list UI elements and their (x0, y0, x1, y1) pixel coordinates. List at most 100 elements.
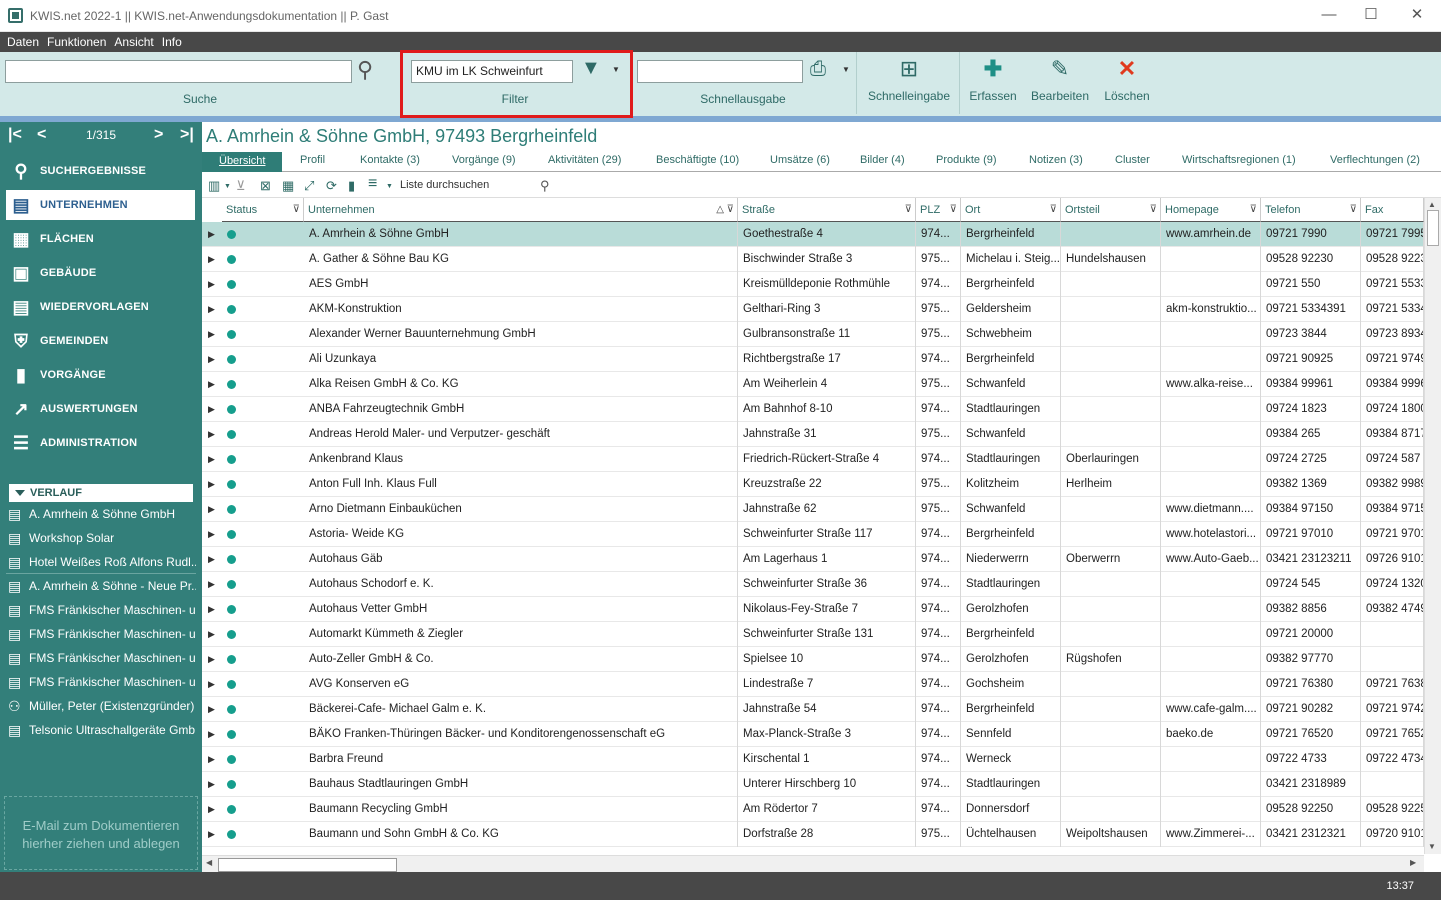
last-record-icon[interactable]: >| (180, 126, 194, 144)
expand-row-icon[interactable]: ▶ (208, 347, 216, 372)
scroll-left-icon[interactable]: ◀ (206, 858, 212, 867)
table-row[interactable]: ▶ Autohaus Gäb Am Lagerhaus 1 974... Niederw… (202, 547, 1424, 572)
expand-row-icon[interactable]: ▶ (208, 522, 216, 547)
list-dropdown-icon[interactable]: ▼ (386, 183, 393, 190)
table-row[interactable]: ▶ Automarkt Kümmeth & Ziegler Schweinfurte… (202, 622, 1424, 647)
chart-icon[interactable]: ▮ (348, 178, 355, 194)
menu-info[interactable]: Info (158, 32, 186, 52)
tab-7[interactable]: Bilder (4) (860, 154, 905, 166)
tab-0[interactable]: Übersicht (202, 152, 283, 172)
expand-row-icon[interactable]: ▶ (208, 497, 216, 522)
table-row[interactable]: ▶ ANBA Fahrzeugtechnik GmbH Am Bahnhof 8-1… (202, 397, 1424, 422)
filter-icon[interactable]: ⊽ (1350, 198, 1357, 221)
column-header-0[interactable]: Status ⊽ (222, 198, 304, 222)
expand-row-icon[interactable]: ▶ (208, 697, 216, 722)
expand-row-icon[interactable]: ▶ (208, 647, 216, 672)
expand-row-icon[interactable]: ▶ (208, 547, 216, 572)
table-row[interactable]: ▶ BÄKO Franken-Thüringen Bäcker- und Kond… (202, 722, 1424, 747)
verlauf-item[interactable]: ⚇ Müller, Peter (Existenzgründer) (6, 695, 196, 718)
tab-9[interactable]: Notizen (3) (1029, 154, 1083, 166)
schnelleingabe-button[interactable]: ⊞ Schnelleingabe (862, 52, 956, 114)
expand-row-icon[interactable]: ▶ (208, 672, 216, 697)
menu-ansicht[interactable]: Ansicht (110, 32, 157, 52)
table-row[interactable]: ▶ A. Amrhein & Söhne GmbH Goethestraße 4 97… (202, 222, 1424, 247)
table-row[interactable]: ▶ Bäckerei-Cafe- Michael Galm e. K. Jahnst… (202, 697, 1424, 722)
search-input[interactable] (5, 60, 352, 83)
prev-record-icon[interactable]: < (37, 126, 46, 144)
tab-2[interactable]: Kontakte (3) (360, 154, 420, 166)
expand-row-icon[interactable]: ▶ (208, 772, 216, 797)
vertical-scroll-thumb[interactable] (1427, 210, 1439, 246)
table-row[interactable]: ▶ Bauhaus Stadtlauringen GmbH Unterer Hirs… (202, 772, 1424, 797)
table-row[interactable]: ▶ Auto-Zeller GmbH & Co. Spielsee 10 974...… (202, 647, 1424, 672)
verlauf-item[interactable]: ▤ Hotel Weißes Roß Alfons Rudl... (6, 551, 196, 574)
nav-item-process[interactable]: ▮ VORGÄNGE (6, 360, 195, 390)
column-header-1[interactable]: Unternehmen △ ⊽ (304, 198, 738, 222)
expand-row-icon[interactable]: ▶ (208, 797, 216, 822)
nav-item-area[interactable]: ▦ FLÄCHEN (6, 224, 195, 254)
expand-row-icon[interactable]: ▶ (208, 822, 216, 847)
table-row[interactable]: ▶ Anton Full Inh. Klaus Full Kreuzstraße 2… (202, 472, 1424, 497)
verlauf-item[interactable]: ▤ FMS Fränkischer Maschinen- u... (6, 647, 196, 670)
table-row[interactable]: ▶ Astoria- Weide KG Schweinfurter Straße 1… (202, 522, 1424, 547)
verlauf-header[interactable]: VERLAUF (9, 484, 193, 502)
expand-row-icon[interactable]: ▶ (208, 397, 216, 422)
verlauf-item[interactable]: ▤ FMS Fränkischer Maschinen- u... (6, 671, 196, 694)
tab-8[interactable]: Produkte (9) (936, 154, 997, 166)
column-header-8[interactable]: Fax (1361, 198, 1424, 222)
tab-11[interactable]: Wirtschaftsregionen (1) (1182, 154, 1296, 166)
search-icon[interactable]: ⚲ (357, 57, 373, 83)
scroll-right-icon[interactable]: ▶ (1410, 858, 1416, 867)
tab-12[interactable]: Verflechtungen (2) (1330, 154, 1420, 166)
menu-funktionen[interactable]: Funktionen (43, 32, 110, 52)
horizontal-scrollbar[interactable]: ◀ ▶ (202, 855, 1424, 872)
nav-item-building[interactable]: ▣ GEBÄUDE (6, 258, 195, 288)
close-window-button[interactable]: ✕ (1394, 0, 1440, 32)
verlauf-item[interactable]: ▤ FMS Fränkischer Maschinen- u... (6, 599, 196, 622)
expand-row-icon[interactable]: ▶ (208, 247, 216, 272)
expand-row-icon[interactable]: ▶ (208, 622, 216, 647)
verlauf-item[interactable]: ▤ A. Amrhein & Söhne GmbH (6, 503, 196, 526)
email-dropzone[interactable]: E-Mail zum Dokumentieren hierher ziehen … (4, 796, 198, 870)
table-row[interactable]: ▶ AVG Konserven eG Lindestraße 7 974... Goch… (202, 672, 1424, 697)
maximize-button[interactable]: ☐ (1348, 0, 1394, 32)
column-header-6[interactable]: Homepage ⊽ (1161, 198, 1261, 222)
list-search-icon[interactable]: ⚲ (540, 178, 550, 194)
nav-item-settings[interactable]: ☰ ADMINISTRATION (6, 428, 195, 458)
list-search-input[interactable]: Liste durchsuchen (400, 177, 560, 195)
tab-6[interactable]: Umsätze (6) (770, 154, 830, 166)
table-row[interactable]: ▶ Alexander Werner Bauunternehmung GmbH Gu… (202, 322, 1424, 347)
tab-10[interactable]: Cluster (1115, 154, 1150, 166)
verlauf-item[interactable]: ▤ A. Amrhein & Söhne - Neue Pr... (6, 575, 196, 598)
table-row[interactable]: ▶ Alka Reisen GmbH & Co. KG Am Weiherlein … (202, 372, 1424, 397)
tab-1[interactable]: Profil (300, 154, 325, 166)
nav-item-search[interactable]: ⚲ SUCHERGEBNISSE (6, 156, 195, 186)
column-header-4[interactable]: Ort ⊽ (961, 198, 1061, 222)
filter-icon[interactable]: ⊽ (905, 198, 912, 221)
list-menu-icon[interactable]: ≡ (368, 175, 377, 193)
menu-daten[interactable]: Daten (0, 32, 43, 52)
expand-row-icon[interactable]: ▶ (208, 422, 216, 447)
filter-icon[interactable]: ⊽ (293, 198, 300, 221)
minimize-button[interactable]: — (1306, 0, 1352, 32)
nav-item-chart[interactable]: ↗ AUSWERTUNGEN (6, 394, 195, 424)
expand-row-icon[interactable]: ▶ (208, 597, 216, 622)
columns-icon[interactable]: ▥ (208, 178, 220, 194)
expand-row-icon[interactable]: ▶ (208, 272, 216, 297)
excel-export-icon[interactable]: ⊠ (260, 178, 271, 194)
expand-row-icon[interactable]: ▶ (208, 372, 216, 397)
table-view-icon[interactable]: ▦ (282, 178, 294, 194)
print-dropdown-icon[interactable]: ▼ (842, 65, 850, 74)
table-row[interactable]: ▶ Baumann und Sohn GmbH & Co. KG Dorfstraß… (202, 822, 1424, 847)
column-header-5[interactable]: Ortsteil ⊽ (1061, 198, 1161, 222)
scroll-down-icon[interactable]: ▼ (1428, 842, 1436, 851)
table-row[interactable]: ▶ AKM-Konstruktion Gelthari-Ring 3 975... Ge… (202, 297, 1424, 322)
expand-row-icon[interactable]: ▶ (208, 747, 216, 772)
next-record-icon[interactable]: > (154, 126, 163, 144)
column-header-7[interactable]: Telefon ⊽ (1261, 198, 1361, 222)
horizontal-scroll-thumb[interactable] (218, 858, 397, 872)
vertical-scrollbar[interactable]: ▲ ▼ (1424, 198, 1441, 854)
columns-dropdown-icon[interactable]: ▼ (224, 183, 231, 190)
table-row[interactable]: ▶ Ankenbrand Klaus Friedrich-Rückert-Straß… (202, 447, 1424, 472)
quickprint-input[interactable] (637, 60, 803, 83)
